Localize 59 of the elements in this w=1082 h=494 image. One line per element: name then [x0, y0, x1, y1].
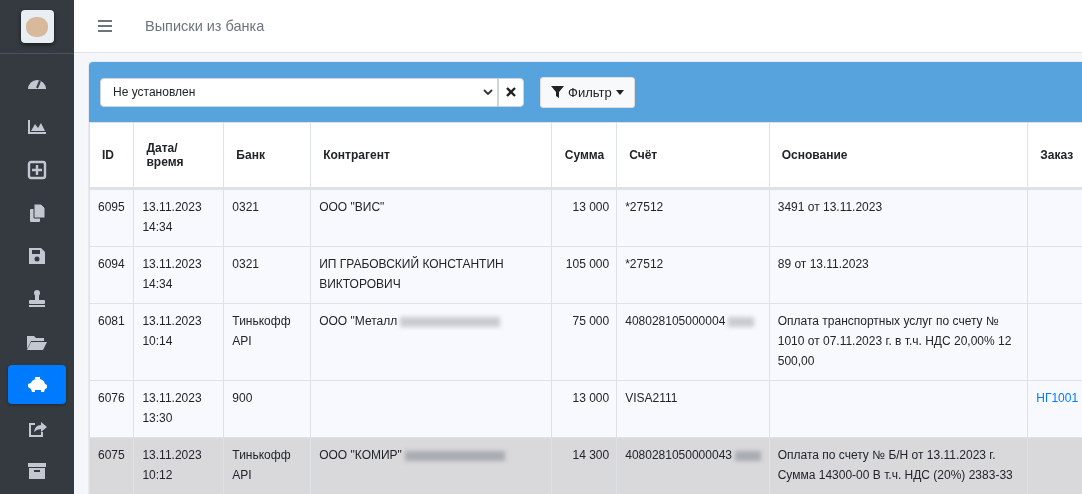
table-cell: 14 300: [572, 448, 610, 462]
stamp-icon: [26, 288, 48, 309]
table-cell: 13 000: [572, 200, 610, 214]
table-cell: 408028105000004: [625, 314, 726, 328]
table-cell: ООО "Металл: [319, 314, 398, 328]
table-cell: 6076: [98, 391, 125, 405]
column-header: Контрагент: [323, 148, 390, 162]
column-header: Банк: [236, 148, 265, 162]
table-cell: ООО "КОМИР": [319, 448, 402, 462]
table-cell: 0321: [232, 257, 260, 271]
filter-button[interactable]: Фильтр: [540, 76, 635, 108]
close-icon: [506, 87, 516, 97]
caret-icon: [615, 89, 624, 95]
menu-icon[interactable]: [97, 19, 113, 33]
table-cell: 105 000: [565, 257, 610, 271]
table-cell: 900: [232, 391, 253, 405]
column-header: Счёт: [629, 148, 658, 162]
sidebar-item[interactable]: [8, 365, 66, 404]
table-cell: 4080281050000043: [625, 448, 732, 462]
chevron-down-icon: [483, 88, 493, 96]
column-header: ID: [102, 148, 114, 162]
table-cell: 6094: [98, 257, 125, 271]
plus-square-icon: [26, 159, 48, 180]
status-select[interactable]: Не установлен: [100, 77, 498, 107]
table-cell: ООО "ВИС": [319, 200, 385, 214]
page-title: Выписки из банка: [145, 18, 265, 34]
table-cell: 0321: [232, 200, 260, 214]
save-icon: [26, 245, 48, 266]
table-cell: VISA2111: [625, 391, 678, 405]
redacted-blur: [728, 316, 755, 327]
table-cell: 3491 от 13.11.2023: [777, 200, 883, 214]
table-cell: Тинькофф API: [232, 314, 291, 348]
table-cell: 13 000: [572, 391, 610, 405]
table-cell: ИП ГРАБОВСКИЙ КОНСТАНТИН ВИКТОРОВИЧ: [319, 257, 504, 291]
table-cell: 6081: [98, 314, 125, 328]
table-cell: 13.11.2023 10:14: [142, 314, 202, 348]
archive-icon: [26, 460, 48, 481]
column-header: Сумма: [564, 148, 605, 162]
order-link[interactable]: НГ1001: [1036, 391, 1079, 405]
redacted-blur: [735, 450, 761, 461]
table-cell: 13.11.2023 14:34: [142, 200, 202, 234]
gauge-icon: [27, 78, 47, 89]
table-cell: 75 000: [572, 314, 610, 328]
table-cell: Оплата транспортных услуг по счету № 1010 от 07.11.2023 г. в т.ч. НДС 20,00% 12 500,00: [777, 314, 1012, 368]
table-cell: *27512: [625, 200, 664, 214]
column-header: Дата/ время: [146, 141, 184, 169]
clear-button[interactable]: [498, 77, 524, 107]
table-cell: 13.11.2023 10:12: [142, 448, 202, 482]
table-cell: 89 от 13.11.2023: [777, 257, 869, 271]
table-cell: Оплата по счету № Б/Н от 13.11.2023 г. Сумма 14300-00 В т.ч. НДС (20%) 2383-33: [777, 448, 1013, 482]
table-cell: 13.11.2023 14:34: [142, 257, 202, 291]
funnel-icon: [551, 86, 564, 98]
table-cell: *27512: [625, 257, 664, 271]
table-cell: Тинькофф API: [232, 448, 291, 482]
column-header: Основание: [781, 148, 848, 162]
table-cell: 6095: [98, 200, 125, 214]
table-cell: 13.11.2023 13:30: [142, 391, 202, 425]
column-header: Заказ: [1040, 148, 1074, 162]
table-cell: 6075: [98, 448, 125, 462]
